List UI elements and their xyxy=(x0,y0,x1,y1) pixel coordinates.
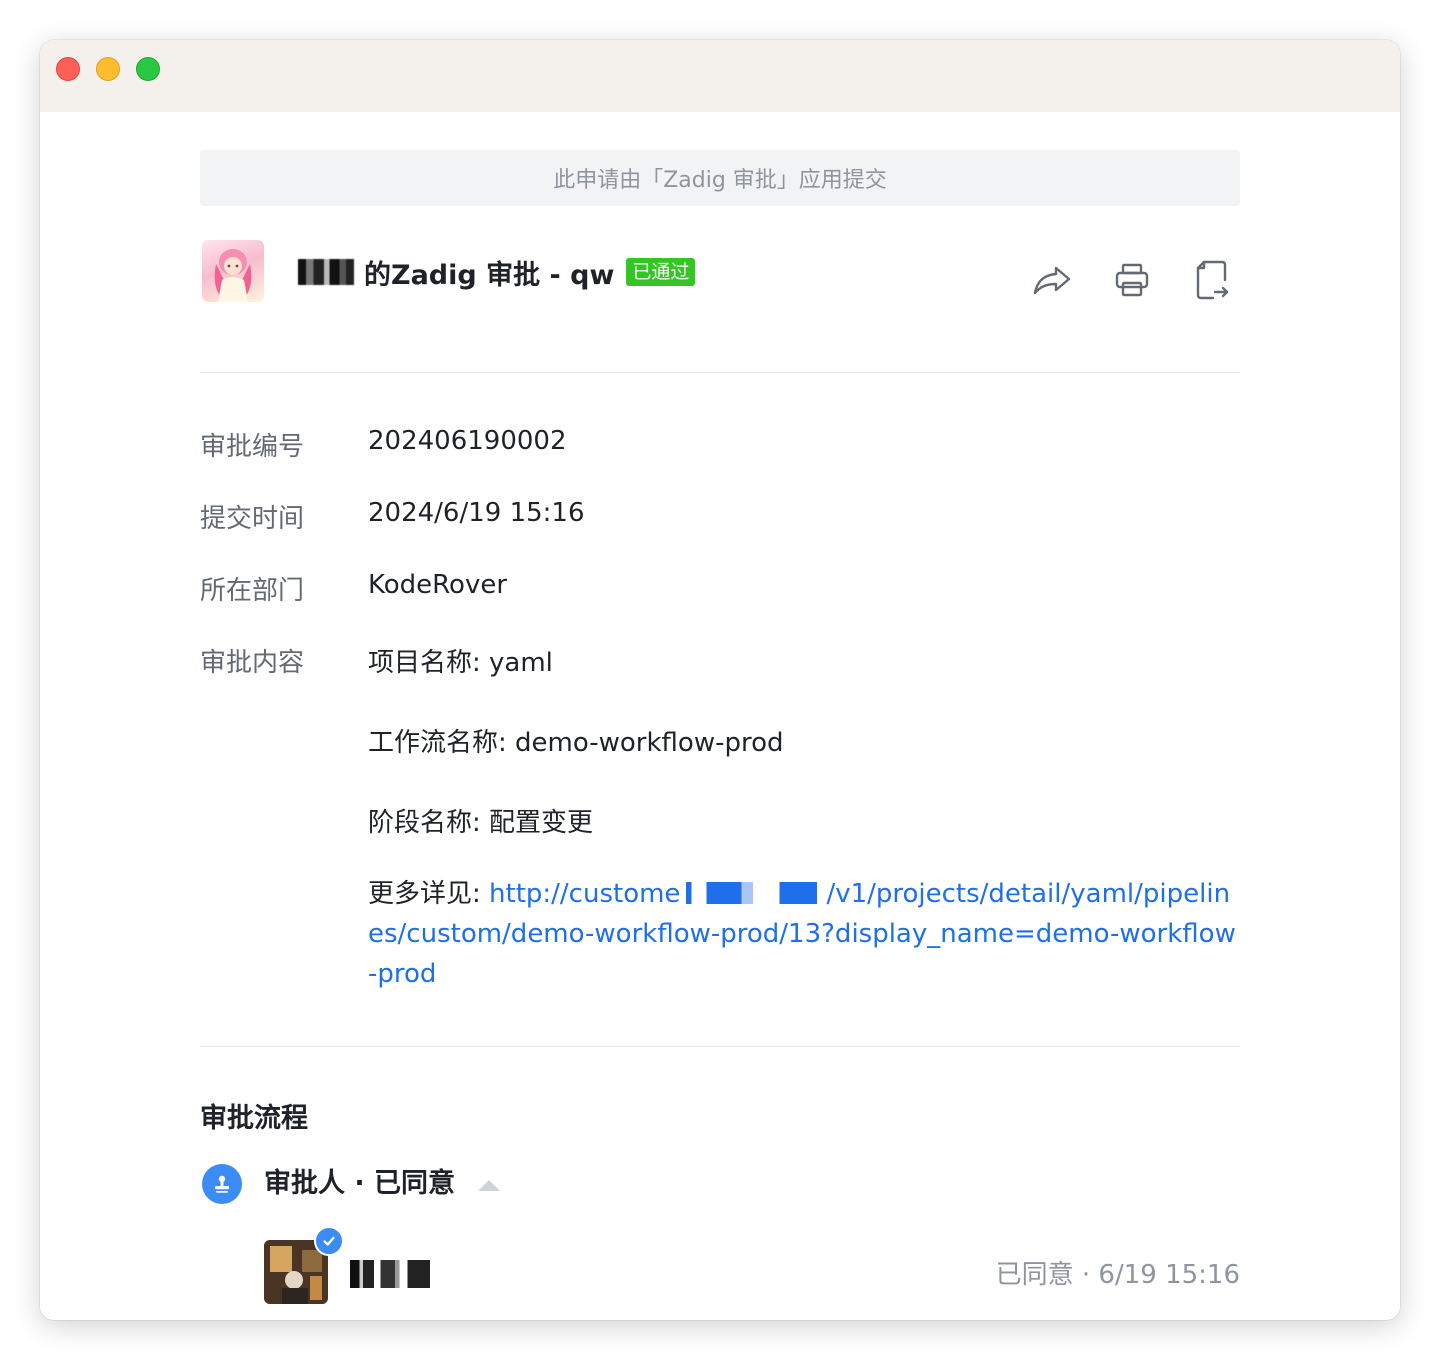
print-icon[interactable] xyxy=(1112,260,1152,300)
field-label-number: 审批编号 xyxy=(200,432,305,462)
header-divider xyxy=(200,372,1240,373)
process-section-title: 审批流程 xyxy=(200,1103,308,1134)
details-link[interactable]: http://custome/v1/projects/detail/yaml/p… xyxy=(368,879,1236,989)
approval-title: 的Zadig 审批 - qw xyxy=(364,259,615,291)
masked-link-host xyxy=(680,882,827,904)
maximize-window-button[interactable] xyxy=(136,57,160,81)
submit-time: 2024/6/19 15:16 xyxy=(368,498,585,528)
title-bar xyxy=(40,40,1400,112)
field-label-submit-time: 提交时间 xyxy=(200,504,305,534)
more-details-label: 更多详见: xyxy=(368,879,490,909)
stage-name-line: 阶段名称: 配置变更 xyxy=(368,808,594,838)
collapse-caret-icon[interactable] xyxy=(478,1180,500,1191)
approval-header: 的Zadig 审批 - qw 已通过 xyxy=(200,240,1240,310)
close-window-button[interactable] xyxy=(56,57,80,81)
status-badge: 已通过 xyxy=(626,258,696,286)
approved-check-icon xyxy=(314,1226,344,1256)
share-icon[interactable] xyxy=(1032,260,1072,300)
export-icon[interactable] xyxy=(1192,260,1232,300)
header-actions xyxy=(1032,260,1232,300)
minimize-window-button[interactable] xyxy=(96,57,120,81)
approval-time: 已同意 · 6/19 15:16 xyxy=(995,1260,1240,1290)
project-name-line: 项目名称: yaml xyxy=(368,648,553,678)
applicant-avatar[interactable] xyxy=(202,240,264,302)
department: KodeRover xyxy=(368,570,508,600)
workflow-name-line: 工作流名称: demo-workflow-prod xyxy=(368,728,784,758)
stamp-icon xyxy=(215,1175,229,1193)
approver-node-title: 审批人 · 已同意 xyxy=(264,1168,456,1199)
field-label-content: 审批内容 xyxy=(200,648,305,678)
more-details-line: 更多详见: http://custome/v1/projects/detail/… xyxy=(368,874,1238,994)
submission-banner: 此申请由「Zadig 审批」应用提交 xyxy=(200,150,1240,206)
anime-avatar-icon xyxy=(214,249,252,302)
field-label-department: 所在部门 xyxy=(200,576,305,606)
approval-number: 202406190002 xyxy=(368,426,567,456)
content-divider xyxy=(200,1046,1240,1047)
masked-approver-name xyxy=(350,1260,430,1288)
approval-title-row: 的Zadig 审批 - qw 已通过 xyxy=(298,252,696,292)
masked-applicant-name xyxy=(298,259,354,285)
approver-node-icon xyxy=(202,1164,242,1204)
approval-window: 此申请由「Zadig 审批」应用提交 的Zadig 审批 - qw 已通过 审批… xyxy=(40,40,1400,1320)
details-link-prefix: http://custome xyxy=(489,879,681,909)
